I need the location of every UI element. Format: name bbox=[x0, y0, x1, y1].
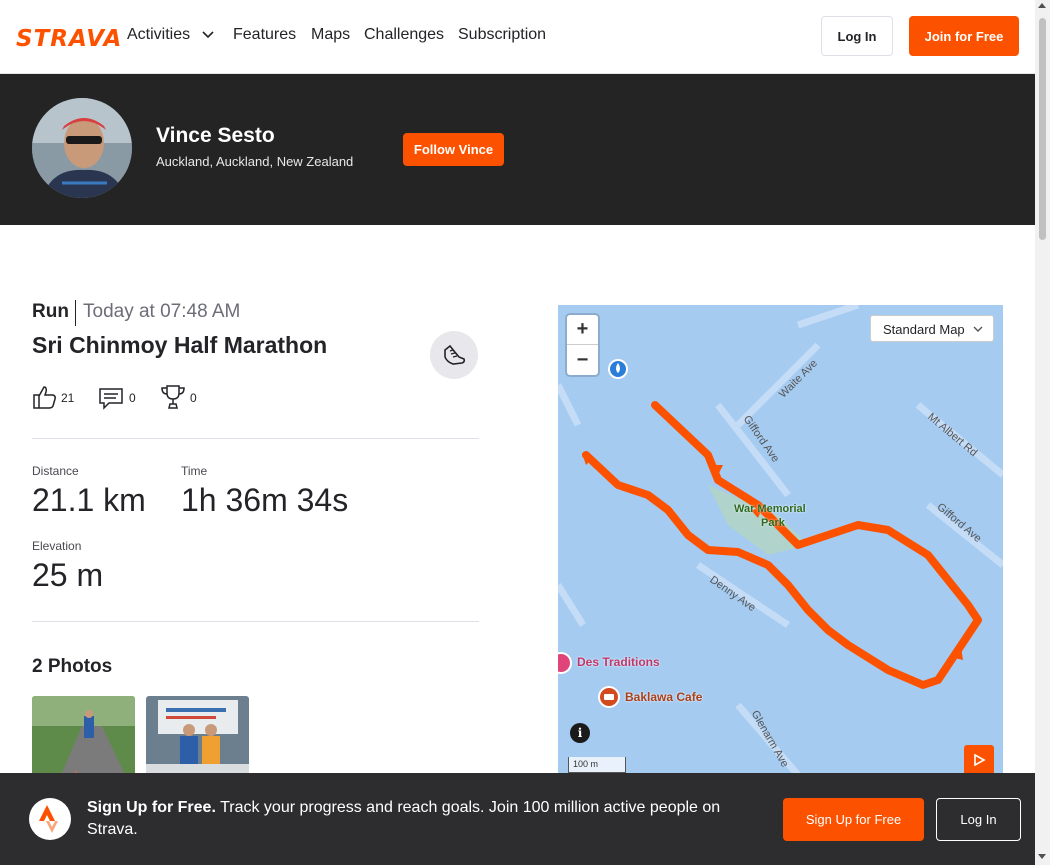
zoom-control: + − bbox=[567, 315, 598, 375]
trophy-icon[interactable] bbox=[160, 384, 186, 410]
stat-label-elevation: Elevation bbox=[32, 539, 82, 553]
map-label: Baklawa Cafe bbox=[625, 690, 703, 704]
athlete-name[interactable]: Vince Sesto bbox=[156, 124, 275, 148]
stat-value-elevation: 25 m bbox=[32, 557, 104, 593]
map-label: Park bbox=[761, 517, 785, 529]
scroll-up-arrow[interactable] bbox=[1038, 3, 1046, 8]
play-flyover-button[interactable] bbox=[964, 745, 994, 775]
kudos-count[interactable]: 21 bbox=[61, 391, 74, 405]
scroll-down-arrow[interactable] bbox=[1038, 854, 1046, 859]
activity-date: Today at 07:48 AM bbox=[83, 301, 241, 322]
play-icon bbox=[974, 753, 986, 767]
nav-activities[interactable]: Activities bbox=[127, 26, 190, 44]
signup-message: Sign Up for Free. Track your progress an… bbox=[87, 797, 757, 841]
shoe-button[interactable] bbox=[430, 331, 478, 379]
nav-features[interactable]: Features bbox=[233, 26, 296, 44]
divider bbox=[75, 300, 76, 326]
map-label: War Memorial bbox=[734, 503, 806, 515]
signup-banner: Sign Up for Free. Track your progress an… bbox=[0, 773, 1035, 865]
login-button[interactable]: Log In bbox=[821, 16, 893, 56]
divider bbox=[32, 621, 479, 622]
nav-maps[interactable]: Maps bbox=[311, 26, 350, 44]
nav-subscription[interactable]: Subscription bbox=[458, 26, 546, 44]
nav-challenges[interactable]: Challenges bbox=[364, 26, 444, 44]
athlete-location: Auckland, Auckland, New Zealand bbox=[156, 154, 354, 169]
signup-bold: Sign Up for Free. bbox=[87, 799, 216, 816]
photos-title: 2 Photos bbox=[32, 656, 113, 677]
comments-count[interactable]: 0 bbox=[129, 391, 136, 405]
follow-button[interactable]: Follow Vince bbox=[403, 133, 504, 166]
info-button[interactable]: i bbox=[570, 723, 590, 743]
thumbs-up-icon[interactable] bbox=[32, 384, 58, 410]
map-label: Des Traditions bbox=[577, 655, 660, 669]
strava-logo-icon bbox=[39, 805, 58, 833]
login-button-bottom[interactable]: Log In bbox=[936, 798, 1021, 841]
zoom-out-button[interactable]: − bbox=[567, 345, 598, 375]
stat-value-time: 1h 36m 34s bbox=[181, 482, 349, 518]
stat-value-distance: 21.1 km bbox=[32, 482, 146, 518]
join-button[interactable]: Join for Free bbox=[909, 16, 1019, 56]
divider bbox=[32, 438, 479, 439]
scroll-thumb[interactable] bbox=[1039, 18, 1046, 240]
activity-title: Sri Chinmoy Half Marathon bbox=[32, 332, 328, 358]
activity-type: Run bbox=[32, 301, 69, 322]
strava-logo[interactable]: STRAVA bbox=[16, 26, 122, 52]
comment-icon[interactable] bbox=[98, 384, 124, 410]
chevron-down-icon bbox=[973, 326, 983, 332]
strava-app-logo bbox=[29, 798, 71, 840]
scale-bar: 100 m bbox=[568, 757, 626, 773]
activity-map[interactable]: War Memorial Park Waite Ave Gifford Ave … bbox=[558, 305, 1003, 775]
scrollbar[interactable] bbox=[1035, 0, 1050, 865]
shoe-icon bbox=[444, 344, 466, 365]
map-style-label: Standard Map bbox=[883, 322, 965, 337]
avatar[interactable] bbox=[32, 98, 132, 198]
stat-label-time: Time bbox=[181, 464, 208, 478]
achievements-count[interactable]: 0 bbox=[190, 391, 197, 405]
athlete-banner: Vince Sesto Auckland, Auckland, New Zeal… bbox=[0, 74, 1035, 225]
signup-button[interactable]: Sign Up for Free bbox=[783, 798, 924, 841]
map-style-select[interactable]: Standard Map bbox=[870, 315, 994, 342]
chevron-down-icon[interactable] bbox=[201, 28, 215, 42]
stat-label-distance: Distance bbox=[32, 464, 79, 478]
zoom-in-button[interactable]: + bbox=[567, 315, 598, 345]
top-nav: STRAVA Activities Features Maps Challeng… bbox=[0, 0, 1035, 74]
